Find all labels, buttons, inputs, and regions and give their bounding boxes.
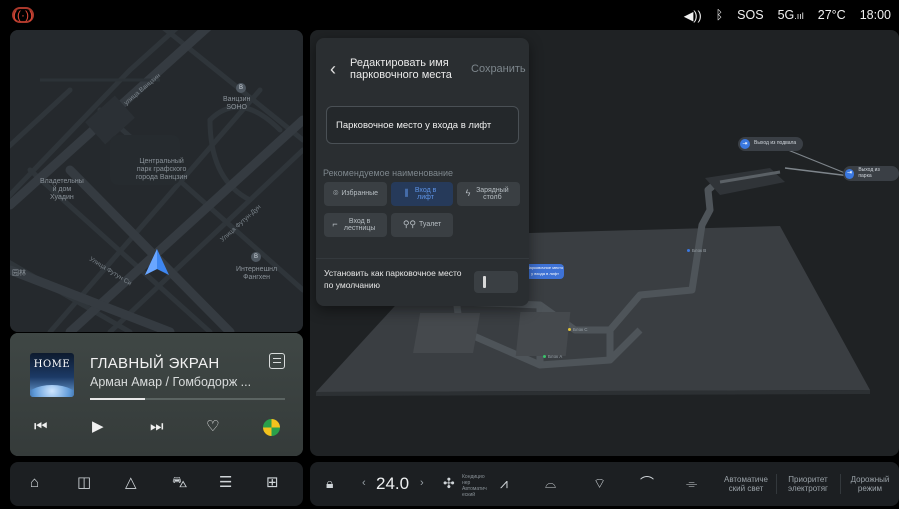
album-cover[interactable]: HOME	[30, 353, 74, 397]
app-dock: ⌂ ◫ △ ⛍ ☰ ⊞	[10, 462, 303, 506]
defrost-rear-icon[interactable]: ⌔	[593, 476, 606, 491]
music-app-icon[interactable]	[263, 419, 280, 436]
next-track-icon[interactable]: ⏭	[150, 419, 164, 434]
status-right-group: ◀)) ᛒ SOS 5G.ııl 27°C 18:00	[684, 0, 891, 30]
seat-heat-icon[interactable]: ⩘	[500, 476, 508, 491]
wiper-icon[interactable]: ⌒	[640, 476, 654, 491]
suggested-names-heading: Рекомендуемое наименование	[323, 168, 454, 178]
signal-indicator: 5G.ııl	[777, 8, 804, 22]
edit-parking-name-dialog: ‹ Редактировать имя парковочного места С…	[316, 38, 529, 306]
previous-track-icon[interactable]: ⏮	[34, 419, 48, 434]
parking-brake-icon: ((·))	[12, 7, 34, 23]
mirror-icon[interactable]: ⌯	[686, 476, 697, 491]
temp-increase-button[interactable]: ›	[420, 477, 424, 489]
navigation-icon[interactable]: △	[125, 475, 137, 491]
divider	[316, 258, 529, 259]
fan-icon[interactable]: ✣	[443, 476, 455, 491]
toilet-icon: ⚲⚲	[402, 219, 417, 230]
default-spot-toggle[interactable]	[474, 271, 518, 293]
chip-charging[interactable]: ϟ Зарядный столб	[457, 182, 520, 206]
block-a-label: Блок A	[543, 354, 562, 359]
chip-stairs[interactable]: ⌐ Вход в лестницы	[324, 213, 387, 237]
navigation-map[interactable]: улица Ванцзин B Ванцзин SOHO Центральный…	[10, 30, 303, 332]
map-label-international: Интернешнл Фангхен	[236, 266, 278, 282]
parking-spot-tooltip[interactable]: Парковочное место у входа в лифт	[526, 264, 564, 279]
elevator-icon: ⫼	[404, 188, 409, 199]
auto-ac-label[interactable]: Кондицио нер Автоматич еский	[462, 474, 492, 498]
road-mode-button[interactable]: Дорожный режим	[844, 475, 896, 493]
map-label-house: Владетельны й дом Хуадин	[40, 178, 84, 202]
lock-icon[interactable]: 🔒︎	[326, 476, 333, 491]
save-button[interactable]: Сохранить	[471, 63, 526, 75]
song-artist: Арман Амар / Гомбодорж ...	[90, 375, 252, 389]
electric-priority-button[interactable]: Приоритет электротяг	[782, 475, 834, 493]
chip-elevator[interactable]: ⫼ Вход в лифт	[391, 182, 453, 206]
auto-light-button[interactable]: Автоматиче ский свет	[720, 475, 772, 493]
default-spot-label: Установить как парковочное место по умол…	[324, 268, 462, 290]
chip-toilet[interactable]: ⚲⚲ Туалет	[391, 213, 453, 237]
apps-grid-icon[interactable]: ⊞	[266, 475, 279, 491]
temp-decrease-button[interactable]: ‹	[362, 477, 366, 489]
map-label-park: Центральный парк графского города Ванцзи…	[136, 158, 188, 182]
temperature-value: 24.0	[376, 474, 410, 493]
pin-icon: ⌾	[332, 188, 339, 199]
map-label-soho: Ванцзин SOHO	[223, 96, 251, 112]
stairs-icon: ⌐	[332, 219, 338, 230]
song-title: ГЛАВНЫЙ ЭКРАН	[90, 355, 220, 372]
poi-icon[interactable]: B	[251, 252, 261, 262]
music-player: HOME ГЛАВНЫЙ ЭКРАН Арман Амар / Гомбодор…	[10, 333, 303, 456]
car-icon[interactable]: ⛍	[172, 475, 187, 491]
album-cover-text: HOME	[33, 359, 71, 370]
dialog-title: Редактировать имя парковочного места	[350, 57, 452, 81]
chip-favorites[interactable]: ⌾ Избранные	[324, 182, 387, 206]
play-icon[interactable]: ▶	[92, 419, 104, 434]
charge-icon: ϟ	[465, 188, 471, 199]
volume-icon[interactable]: ◀))	[684, 8, 702, 23]
exit-icon: ⇥	[740, 139, 750, 149]
navigation-arrow-icon	[145, 249, 169, 275]
map-label-edge: 园林	[12, 270, 26, 277]
back-chevron-icon[interactable]: ‹	[330, 60, 336, 78]
status-bar: ((·)) ◀)) ᛒ SOS 5G.ııl 27°C 18:00	[0, 0, 899, 30]
display-icon[interactable]: ◫	[77, 475, 91, 491]
controls-icon[interactable]: ☰	[219, 475, 232, 491]
outside-temperature: 27°C	[817, 8, 846, 22]
climate-bar: 🔒︎ ‹ 24.0 › ✣ Кондицио нер Автоматич еск…	[310, 462, 899, 506]
playlist-icon[interactable]	[269, 353, 285, 369]
poi-icon[interactable]: B	[236, 83, 246, 93]
exit-basement-marker[interactable]: ⇥ Выход из подвала	[738, 137, 804, 151]
playback-progress-fill	[90, 398, 145, 400]
favorite-heart-icon[interactable]: ♡	[206, 419, 219, 434]
playback-progress[interactable]	[90, 398, 285, 400]
exit-icon: ⇥	[845, 168, 855, 179]
clock: 18:00	[859, 8, 891, 22]
block-c-label: Блок C	[568, 327, 588, 332]
defrost-front-icon[interactable]: ⌓	[545, 476, 556, 491]
exit-park-marker[interactable]: ⇥ Выход из парка	[843, 166, 899, 181]
bluetooth-icon[interactable]: ᛒ	[716, 8, 724, 22]
block-b-label: Блок B	[687, 248, 706, 253]
parking-name-input[interactable]: Парковочное место у входа в лифт	[326, 106, 519, 144]
home-icon[interactable]: ⌂	[30, 475, 39, 491]
sos-label[interactable]: SOS	[737, 8, 763, 22]
